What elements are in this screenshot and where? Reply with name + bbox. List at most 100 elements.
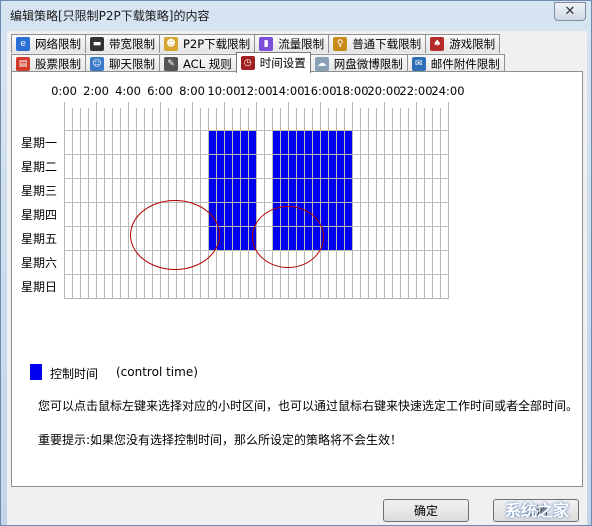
time-slot[interactable] bbox=[265, 179, 273, 203]
time-slot[interactable] bbox=[361, 131, 369, 155]
time-slot[interactable] bbox=[417, 131, 425, 155]
time-slot-selected[interactable] bbox=[297, 155, 305, 179]
time-slot[interactable] bbox=[433, 155, 441, 179]
time-slot[interactable] bbox=[161, 275, 169, 299]
time-slot-selected[interactable] bbox=[281, 131, 289, 155]
time-slot[interactable] bbox=[361, 203, 369, 227]
time-slot[interactable] bbox=[121, 275, 129, 299]
time-slot-selected[interactable] bbox=[209, 131, 217, 155]
time-slot[interactable] bbox=[129, 179, 137, 203]
time-slot-selected[interactable] bbox=[273, 179, 281, 203]
time-slot[interactable] bbox=[369, 251, 377, 275]
time-slot-selected[interactable] bbox=[233, 227, 241, 251]
time-slot-selected[interactable] bbox=[233, 131, 241, 155]
time-slot[interactable] bbox=[417, 251, 425, 275]
time-slot[interactable] bbox=[377, 275, 385, 299]
time-slot-selected[interactable] bbox=[337, 131, 345, 155]
time-slot-selected[interactable] bbox=[289, 155, 297, 179]
time-slot[interactable] bbox=[393, 155, 401, 179]
time-slot[interactable] bbox=[65, 203, 73, 227]
tab-bar-chart[interactable]: ▮ 流量限制 bbox=[254, 34, 330, 53]
time-slot[interactable] bbox=[321, 275, 329, 299]
time-slot-selected[interactable] bbox=[313, 131, 321, 155]
time-slot[interactable] bbox=[385, 155, 393, 179]
time-slot[interactable] bbox=[97, 227, 105, 251]
time-slot[interactable] bbox=[425, 155, 433, 179]
time-slot[interactable] bbox=[417, 155, 425, 179]
time-slot[interactable] bbox=[369, 155, 377, 179]
time-slot-selected[interactable] bbox=[241, 203, 249, 227]
time-slot[interactable] bbox=[89, 227, 97, 251]
time-slot-selected[interactable] bbox=[233, 179, 241, 203]
time-slot[interactable] bbox=[137, 179, 145, 203]
time-slot[interactable] bbox=[137, 131, 145, 155]
time-slot[interactable] bbox=[137, 155, 145, 179]
time-slot[interactable] bbox=[409, 131, 417, 155]
time-slot[interactable] bbox=[185, 275, 193, 299]
time-slot-selected[interactable] bbox=[273, 155, 281, 179]
tab-ie-globe[interactable]: e 网络限制 bbox=[11, 34, 86, 53]
time-slot-selected[interactable] bbox=[289, 131, 297, 155]
time-slot[interactable] bbox=[105, 275, 113, 299]
time-slot-selected[interactable] bbox=[337, 227, 345, 251]
time-slot[interactable] bbox=[409, 179, 417, 203]
time-slot-selected[interactable] bbox=[241, 131, 249, 155]
time-slot[interactable] bbox=[257, 275, 265, 299]
time-slot[interactable] bbox=[97, 179, 105, 203]
time-slot-selected[interactable] bbox=[329, 203, 337, 227]
time-slot-selected[interactable] bbox=[289, 179, 297, 203]
time-slot-selected[interactable] bbox=[209, 155, 217, 179]
time-slot[interactable] bbox=[169, 131, 177, 155]
time-slot[interactable] bbox=[393, 227, 401, 251]
time-slot[interactable] bbox=[377, 131, 385, 155]
time-slot[interactable] bbox=[441, 227, 449, 251]
time-slot[interactable] bbox=[409, 227, 417, 251]
time-slot[interactable] bbox=[177, 275, 185, 299]
time-slot[interactable] bbox=[353, 275, 361, 299]
time-slot[interactable] bbox=[233, 251, 241, 275]
time-slot[interactable] bbox=[441, 275, 449, 299]
time-slot[interactable] bbox=[433, 275, 441, 299]
time-slot[interactable] bbox=[65, 251, 73, 275]
time-slot[interactable] bbox=[337, 251, 345, 275]
time-slot[interactable] bbox=[361, 275, 369, 299]
time-slot[interactable] bbox=[113, 179, 121, 203]
time-slot[interactable] bbox=[193, 275, 201, 299]
time-slot[interactable] bbox=[385, 251, 393, 275]
time-slot[interactable] bbox=[121, 203, 129, 227]
time-slot[interactable] bbox=[241, 251, 249, 275]
time-slot-selected[interactable] bbox=[225, 179, 233, 203]
time-slot[interactable] bbox=[129, 251, 137, 275]
time-slot[interactable] bbox=[433, 203, 441, 227]
time-slot[interactable] bbox=[113, 155, 121, 179]
time-slot[interactable] bbox=[361, 179, 369, 203]
time-slot-selected[interactable] bbox=[345, 179, 353, 203]
time-slot-selected[interactable] bbox=[217, 131, 225, 155]
time-slot[interactable] bbox=[89, 131, 97, 155]
time-slot[interactable] bbox=[305, 275, 313, 299]
time-slot-selected[interactable] bbox=[225, 227, 233, 251]
time-slot[interactable] bbox=[409, 203, 417, 227]
time-slot[interactable] bbox=[209, 275, 217, 299]
time-slot[interactable] bbox=[105, 251, 113, 275]
time-slot[interactable] bbox=[289, 275, 297, 299]
time-slot[interactable] bbox=[89, 275, 97, 299]
time-slot-selected[interactable] bbox=[217, 203, 225, 227]
time-slot[interactable] bbox=[161, 155, 169, 179]
time-slot[interactable] bbox=[377, 203, 385, 227]
time-slot[interactable] bbox=[137, 275, 145, 299]
time-slot[interactable] bbox=[129, 131, 137, 155]
time-slot[interactable] bbox=[169, 155, 177, 179]
time-slot[interactable] bbox=[417, 227, 425, 251]
time-slot-selected[interactable] bbox=[233, 203, 241, 227]
time-slot[interactable] bbox=[257, 155, 265, 179]
time-slot-selected[interactable] bbox=[329, 131, 337, 155]
time-slot[interactable] bbox=[281, 275, 289, 299]
time-slot[interactable] bbox=[201, 155, 209, 179]
time-slot[interactable] bbox=[425, 275, 433, 299]
ok-button[interactable]: 确定 bbox=[383, 499, 469, 522]
time-slot[interactable] bbox=[113, 131, 121, 155]
time-slot[interactable] bbox=[129, 155, 137, 179]
time-slot-selected[interactable] bbox=[329, 227, 337, 251]
time-slot-selected[interactable] bbox=[321, 131, 329, 155]
